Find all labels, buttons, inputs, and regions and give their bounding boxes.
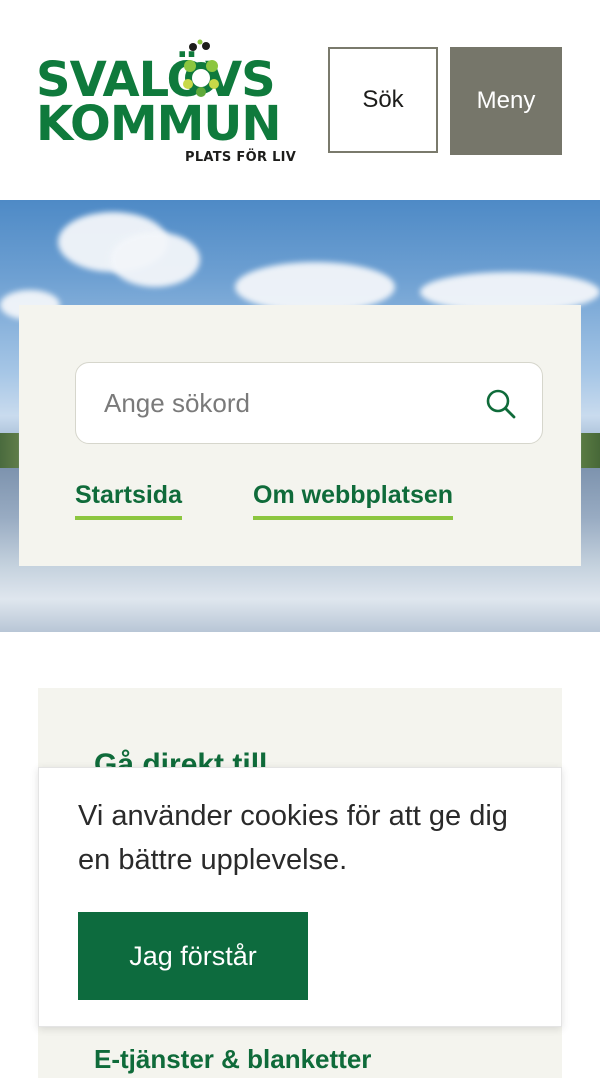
search-input[interactable]: [76, 363, 476, 443]
flower-emblem-icon: [183, 39, 219, 97]
cookie-accept-button[interactable]: Jag förstår: [78, 912, 308, 1000]
logo-line-2: KOMMUN: [36, 96, 282, 152]
cookie-banner: Vi använder cookies för att ge dig en bä…: [38, 767, 562, 1027]
shortcut-link-e-tjanster[interactable]: E-tjänster & blanketter: [94, 1044, 371, 1075]
quick-link-om-webbplatsen[interactable]: Om webbplatsen: [253, 481, 454, 520]
search-toggle-button[interactable]: Sök: [328, 47, 438, 153]
search-icon[interactable]: [484, 387, 518, 421]
menu-button[interactable]: Meny: [450, 47, 562, 155]
cookie-message: Vi använder cookies för att ge dig en bä…: [78, 800, 508, 876]
hero-banner: Startsida Om webbplatsen: [0, 200, 600, 632]
search-box: [75, 362, 543, 444]
search-panel: Startsida Om webbplatsen: [19, 305, 581, 566]
logo[interactable]: SVALÖVS KOMMUN PLATS FÖR LIV: [36, 38, 298, 168]
site-header: SVALÖVS KOMMUN PLATS FÖR LIV Sök Meny: [0, 0, 600, 200]
logo-tagline: PLATS FÖR LIV: [185, 150, 297, 165]
quick-link-startsida[interactable]: Startsida: [75, 481, 182, 520]
